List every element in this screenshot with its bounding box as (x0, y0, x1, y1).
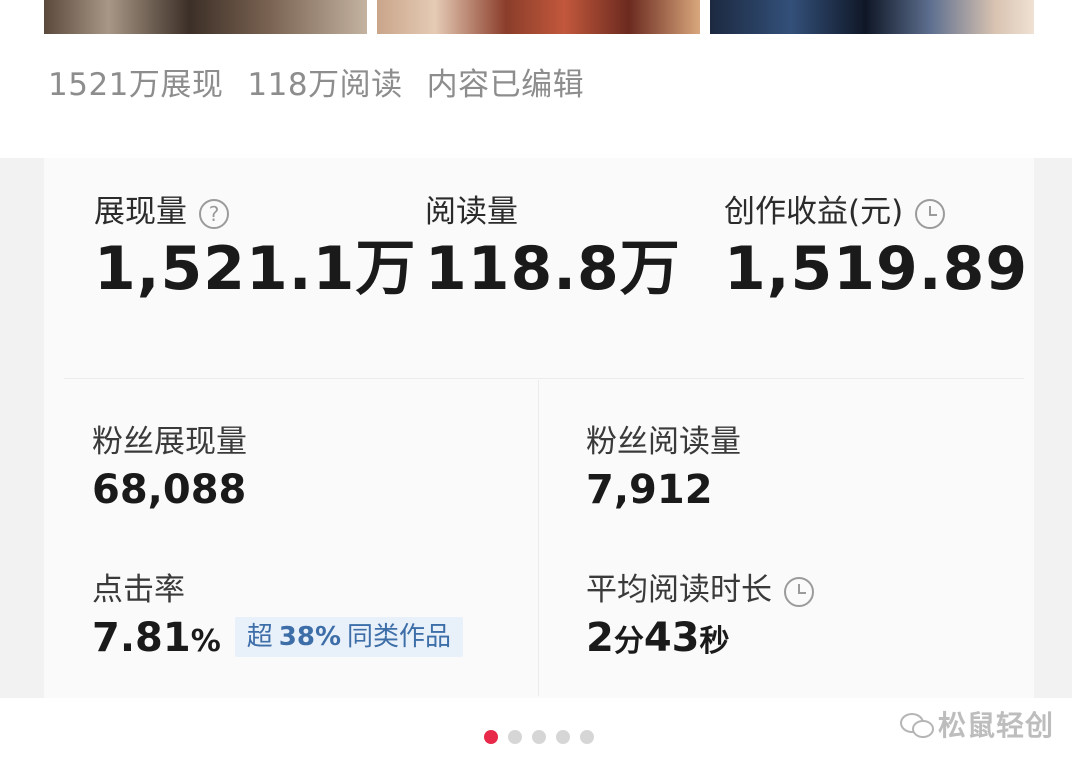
detail-label: 粉丝展现量 (92, 424, 247, 460)
summary-edited: 内容已编辑 (426, 67, 585, 103)
comparison-badge: 超 38% 同类作品 (234, 617, 464, 657)
metric-reads: 阅读量 118.8万 (425, 190, 681, 304)
divider (64, 378, 1024, 379)
detail-label: 平均阅读时长 (586, 572, 772, 608)
page-dot[interactable] (580, 730, 594, 744)
detail-value: 7,912 (586, 467, 713, 513)
clock-icon[interactable] (915, 198, 946, 229)
metric-value: 1,519.89 (724, 234, 1029, 304)
detail-fan-reads: 粉丝阅读量 7,912 (586, 420, 741, 516)
detail-label: 点击率 (92, 572, 185, 608)
minutes-unit: 分 (613, 624, 644, 659)
thumbnail-image[interactable] (377, 0, 700, 34)
detail-avg-read-time: 平均阅读时长 2分43秒 (586, 568, 814, 668)
detail-value: 68,088 (92, 467, 247, 513)
metric-label: 展现量 (94, 194, 187, 230)
metric-label: 阅读量 (425, 194, 518, 230)
watermark-text: 松鼠轻创 (938, 709, 1055, 742)
page-dot[interactable] (532, 730, 546, 744)
stats-panel: 展现量? 1,521.1万 阅读量 118.8万 创作收益(元) 1,519.8… (44, 158, 1034, 698)
page-dot-active[interactable] (484, 730, 498, 744)
clock-icon[interactable] (784, 576, 814, 607)
metric-revenue: 创作收益(元) 1,519.89 (724, 190, 1028, 304)
seconds-value: 43 (643, 615, 700, 661)
percent-unit: % (190, 624, 221, 659)
thumbnail-image[interactable] (44, 0, 367, 34)
detail-fan-impressions: 粉丝展现量 68,088 (92, 420, 247, 516)
metric-impressions: 展现量? 1,521.1万 (94, 190, 416, 304)
thumbnail-image[interactable] (710, 0, 1034, 34)
metric-label: 创作收益(元) (724, 194, 904, 230)
page-dot[interactable] (556, 730, 570, 744)
help-icon[interactable]: ? (199, 198, 229, 229)
divider (538, 380, 539, 696)
detail-value: 7.81 (92, 615, 191, 661)
image-gallery (44, 0, 1034, 34)
detail-label: 粉丝阅读量 (586, 424, 741, 460)
metric-value: 118.8万 (425, 234, 681, 304)
detail-ctr: 点击率 7.81% 超 38% 同类作品 (92, 568, 464, 668)
summary-line: 1521万展现 118万阅读 内容已编辑 (48, 62, 608, 108)
minutes-value: 2 (586, 615, 614, 661)
seconds-unit: 秒 (699, 624, 730, 659)
summary-reads: 118万阅读 (247, 67, 403, 103)
watermark: 松鼠轻创 (900, 704, 1054, 744)
metric-value: 1,521.1万 (94, 234, 417, 304)
wechat-icon (900, 711, 934, 738)
page-dot[interactable] (508, 730, 522, 744)
summary-impressions: 1521万展现 (48, 67, 224, 103)
